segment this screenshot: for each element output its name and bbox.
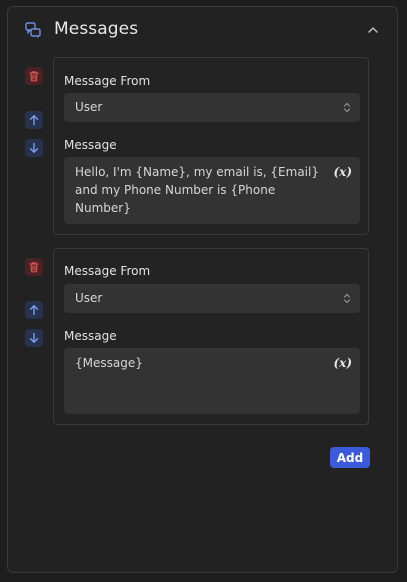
delete-message-2-button[interactable] (25, 258, 43, 276)
insert-variable-icon[interactable]: (x) (333, 356, 352, 370)
message-from-label: Message From (64, 74, 151, 88)
chevron-up-icon[interactable] (366, 22, 380, 36)
message-textarea[interactable]: Hello, I'm {Name}, my email is, {Email} … (64, 157, 360, 224)
message-from-label: Message From (64, 264, 151, 278)
chat-bubbles-icon (25, 22, 41, 38)
message-text: Hello, I'm {Name}, my email is, {Email} … (75, 165, 319, 215)
message-card-2: Message From User Message {Message} (x) (53, 248, 369, 425)
panel-title: Messages (54, 19, 139, 39)
panel-header: Messages (8, 7, 397, 53)
messages-panel: Messages Message From User Message Hello… (7, 6, 398, 573)
select-chevrons-icon (343, 102, 351, 113)
select-chevrons-icon (343, 293, 351, 304)
trash-icon (29, 262, 39, 273)
delete-message-1-button[interactable] (25, 67, 43, 85)
add-message-button[interactable]: Add (330, 447, 370, 468)
arrow-up-icon (29, 115, 39, 126)
move-message-2-down-button[interactable] (25, 329, 43, 347)
arrow-down-icon (29, 142, 39, 153)
move-message-1-up-button[interactable] (25, 111, 43, 129)
message-card-1: Message From User Message Hello, I'm {Na… (53, 57, 369, 235)
message-from-select[interactable]: User (64, 284, 360, 313)
message-from-select[interactable]: User (64, 93, 360, 122)
move-message-1-down-button[interactable] (25, 139, 43, 157)
move-message-2-up-button[interactable] (25, 301, 43, 319)
insert-variable-icon[interactable]: (x) (333, 165, 352, 179)
message-label: Message (64, 138, 117, 152)
message-text: {Message} (75, 356, 143, 370)
arrow-down-icon (29, 332, 39, 343)
message-from-value: User (75, 291, 103, 305)
message-from-value: User (75, 100, 103, 114)
message-textarea[interactable]: {Message} (x) (64, 348, 360, 414)
trash-icon (29, 71, 39, 82)
message-label: Message (64, 329, 117, 343)
arrow-up-icon (29, 305, 39, 316)
